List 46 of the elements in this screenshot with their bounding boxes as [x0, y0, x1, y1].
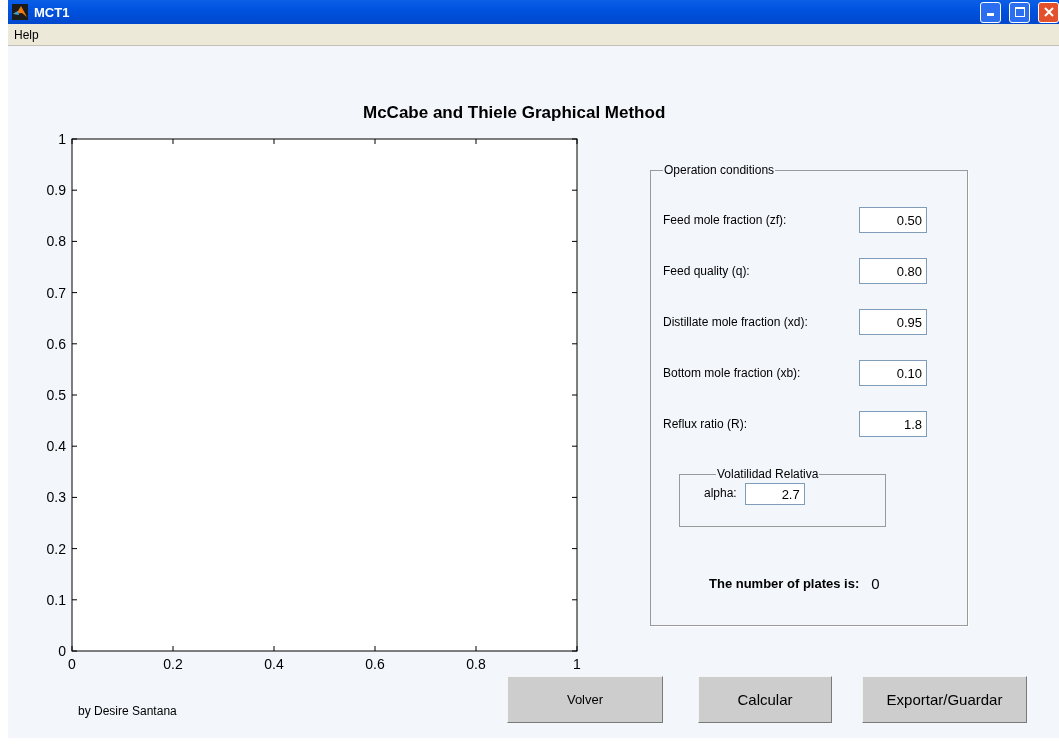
axis-tick-label: 0.2 — [163, 656, 183, 672]
panel-title: Operation conditions — [663, 163, 776, 177]
axis-tick-label: 0.5 — [46, 387, 66, 403]
axis-tick-label: 0.6 — [46, 335, 66, 352]
input-field[interactable]: 0.95 — [859, 309, 927, 335]
maximize-button[interactable] — [1009, 1, 1030, 23]
minimize-button[interactable] — [980, 1, 1001, 23]
axis-tick-label: 0.9 — [46, 182, 66, 199]
field-label: Feed mole fraction (zf): — [663, 213, 788, 227]
axis-tick-label: 0.7 — [46, 284, 66, 301]
input-field[interactable]: 0.80 — [859, 258, 927, 284]
result-value: 0 — [871, 575, 880, 592]
axis-tick-label: 0.4 — [264, 656, 284, 672]
axis-tick-label: 0.1 — [46, 591, 66, 608]
axis-tick-label: 0.8 — [46, 233, 66, 250]
plot-title: McCabe and Thiele Graphical Method — [363, 103, 666, 124]
axis-tick-label: 0 — [58, 643, 66, 659]
credit-text: by Desire Santana — [78, 704, 178, 718]
input-field[interactable]: 0.10 — [859, 360, 927, 386]
input-field[interactable]: 1.8 — [859, 411, 927, 437]
axis-tick-label: 0.2 — [46, 540, 66, 557]
app-logo-icon — [12, 4, 28, 20]
menu-item[interactable]: Help — [12, 27, 41, 42]
field-label: Reflux ratio (R): — [663, 417, 749, 431]
result-label: The number of plates is: — [709, 576, 860, 591]
panel-title: Volatilidad Relativa — [716, 467, 820, 481]
close-icon — [1043, 7, 1054, 17]
field-label: Distillate mole fraction (xd): — [663, 315, 809, 329]
field-label: alpha: — [704, 485, 737, 502]
axis-tick-label: 0.3 — [46, 489, 66, 506]
field-label: Bottom mole fraction (xb): — [663, 366, 802, 380]
field-label: Feed quality (q): — [663, 264, 751, 278]
axis-tick-label: 1 — [58, 131, 66, 147]
input-field[interactable]: 0.50 — [859, 207, 927, 233]
maximize-icon — [1014, 7, 1025, 17]
close-button[interactable] — [1038, 1, 1059, 23]
axis-tick-label: 1 — [573, 656, 581, 672]
axis-tick-label: 0 — [68, 656, 76, 672]
action-button[interactable]: Calcular — [698, 676, 832, 723]
axis-tick-label: 0.4 — [46, 438, 66, 455]
axis-tick-label: 0.6 — [365, 656, 385, 672]
action-button[interactable]: Volver — [507, 676, 663, 723]
action-button[interactable]: Exportar/Guardar — [862, 676, 1027, 723]
window-title: MCT1 — [34, 4, 71, 20]
input-field[interactable]: 2.7 — [744, 483, 805, 505]
axis-tick-label: 0.8 — [466, 656, 486, 672]
